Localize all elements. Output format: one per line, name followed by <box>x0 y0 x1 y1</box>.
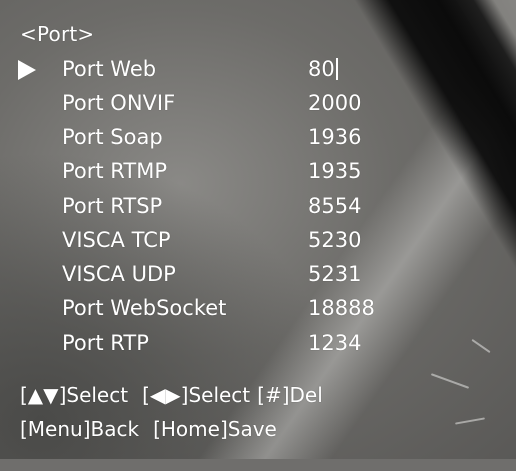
menu-item-port-rtp[interactable]: Port RTP 1234 <box>0 326 516 360</box>
osd-menu: <Port> Port Web 80 Port ONVIF 2000 Port … <box>0 0 516 459</box>
menu-item-label: Port RTSP <box>62 194 163 218</box>
menu-item-value[interactable]: 18888 <box>308 295 375 321</box>
menu-item-label: VISCA UDP <box>62 262 176 286</box>
menu-title: <Port> <box>20 22 95 46</box>
key-hints-line-1: [▲▼]Select [◀▶]Select [#]Del <box>20 382 323 408</box>
text-caret <box>335 58 338 80</box>
menu-item-value[interactable]: 1936 <box>308 124 361 150</box>
menu-item-value[interactable]: 1234 <box>308 330 361 356</box>
menu-item-port-onvif[interactable]: Port ONVIF 2000 <box>0 86 516 120</box>
menu-item-port-soap[interactable]: Port Soap 1936 <box>0 120 516 154</box>
menu-item-label: VISCA TCP <box>62 228 171 252</box>
key-hints-line-2: [Menu]Back [Home]Save <box>20 416 277 442</box>
menu-item-value[interactable]: 2000 <box>308 90 361 116</box>
menu-item-port-rtsp[interactable]: Port RTSP 8554 <box>0 189 516 223</box>
menu-item-label: Port RTMP <box>62 159 167 183</box>
hint-home-save: [Home]Save <box>153 417 277 441</box>
menu-item-value[interactable]: 1935 <box>308 158 361 184</box>
menu-item-port-rtmp[interactable]: Port RTMP 1935 <box>0 154 516 188</box>
menu-item-port-web[interactable]: Port Web 80 <box>0 52 516 86</box>
menu-item-value[interactable]: 80 <box>308 57 335 81</box>
menu-item-value[interactable]: 5231 <box>308 261 361 287</box>
menu-item-visca-udp[interactable]: VISCA UDP 5231 <box>0 257 516 291</box>
hint-menu-back: [Menu]Back <box>20 417 140 441</box>
menu-item-label: Port ONVIF <box>62 91 176 115</box>
menu-item-label: Port RTP <box>62 331 149 355</box>
menu-item-label: Port Soap <box>62 125 163 149</box>
menu-item-visca-tcp[interactable]: VISCA TCP 5230 <box>0 223 516 257</box>
menu-item-port-websocket[interactable]: Port WebSocket 18888 <box>0 291 516 325</box>
hint-leftright-select: [◀▶]Select <box>142 383 251 407</box>
menu-item-label: Port Web <box>62 57 157 81</box>
menu-item-value[interactable]: 5230 <box>308 227 361 253</box>
hint-delete: [#]Del <box>257 383 323 407</box>
port-web-value[interactable]: 80 <box>308 56 338 82</box>
play-triangle-icon <box>18 60 36 80</box>
menu-item-value[interactable]: 8554 <box>308 193 361 219</box>
menu-item-label: Port WebSocket <box>62 296 227 320</box>
hint-updown-select: [▲▼]Select <box>20 383 129 407</box>
